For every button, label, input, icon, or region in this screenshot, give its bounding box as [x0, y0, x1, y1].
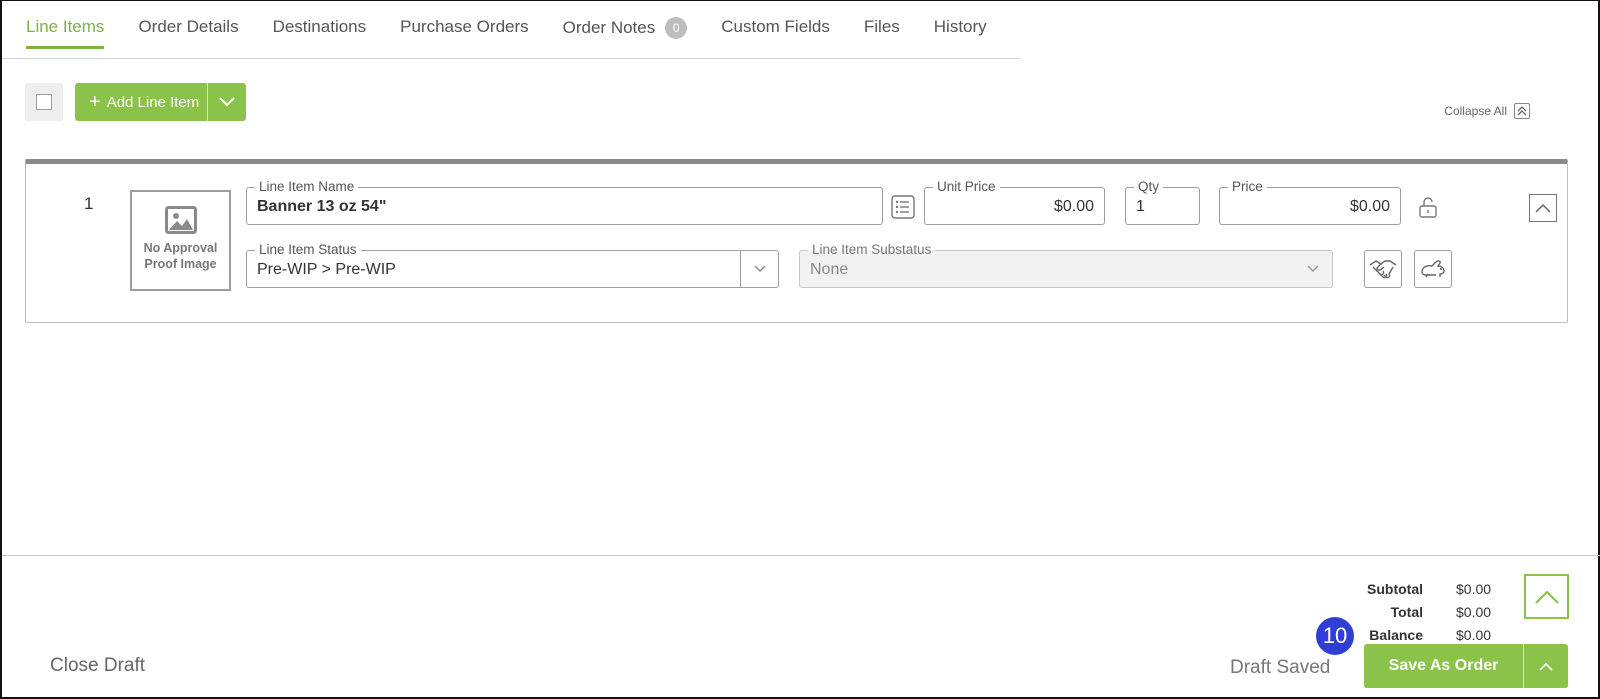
- price-lock-toggle[interactable]: [1416, 194, 1440, 220]
- chevron-down-icon: [1294, 251, 1332, 287]
- double-chevron-up-icon: [1514, 103, 1530, 119]
- select-all-checkbox-wrapper: [25, 83, 63, 121]
- select-all-checkbox[interactable]: [36, 94, 52, 110]
- draft-saved-status: Draft Saved: [1230, 657, 1331, 678]
- chevron-up-icon: [1539, 662, 1553, 671]
- tab-label: Order Notes: [562, 18, 656, 37]
- unit-price-field[interactable]: Unit Price $0.00: [924, 179, 1105, 225]
- image-icon: [164, 206, 197, 234]
- tab-bar: Line Items Order Details Destinations Pu…: [26, 17, 1021, 59]
- proof-image-placeholder[interactable]: No Approval Proof Image: [130, 190, 231, 291]
- line-item-name-field[interactable]: Line Item Name Banner 13 oz 54": [246, 179, 883, 225]
- line-item-substatus-select[interactable]: Line Item Substatus None: [799, 242, 1333, 288]
- price-label: Price: [1228, 179, 1267, 195]
- line-item-name-label: Line Item Name: [255, 179, 359, 195]
- chevron-down-icon: [219, 97, 235, 107]
- tab-label: Files: [863, 17, 900, 36]
- collapse-line-item-button[interactable]: [1529, 194, 1557, 222]
- tab-destinations[interactable]: Destinations: [273, 17, 367, 49]
- balance-value: $0.00: [1456, 626, 1492, 643]
- app-frame: Line Items Order Details Destinations Pu…: [0, 0, 1600, 699]
- footer-divider: [2, 555, 1600, 556]
- qty-field[interactable]: Qty 1: [1125, 179, 1200, 225]
- scroll-to-top-button[interactable]: [1524, 574, 1569, 619]
- chevron-up-icon: [1535, 203, 1551, 213]
- chevron-up-icon: [1534, 589, 1559, 604]
- list-details-icon: [891, 195, 915, 219]
- proof-image-text: No Approval Proof Image: [143, 241, 218, 271]
- qty-value: 1: [1136, 198, 1145, 215]
- tab-order-details[interactable]: Order Details: [138, 17, 238, 49]
- line-item-name-value: Banner 13 oz 54": [257, 198, 387, 215]
- add-line-item-dropdown-button[interactable]: [208, 83, 246, 121]
- subtotal-label: Subtotal: [1367, 580, 1423, 597]
- total-value: $0.00: [1456, 603, 1492, 620]
- tab-label: Line Items: [26, 17, 105, 36]
- tab-order-notes[interactable]: Order Notes 0: [563, 17, 688, 51]
- qty-label: Qty: [1134, 179, 1164, 195]
- unit-price-label: Unit Price: [933, 179, 1000, 195]
- tab-custom-fields[interactable]: Custom Fields: [721, 17, 830, 49]
- handshake-icon: [1369, 260, 1397, 279]
- tab-label: Custom Fields: [721, 17, 830, 36]
- save-as-order-split-button: Save As Order: [1364, 644, 1568, 688]
- line-item-substatus-label: Line Item Substatus: [808, 242, 936, 258]
- collapse-all-label: Collapse All: [1444, 104, 1507, 118]
- unlock-icon: [1419, 197, 1437, 218]
- line-item-status-select[interactable]: Line Item Status Pre-WIP > Pre-WIP: [246, 242, 779, 288]
- collapse-all-button[interactable]: Collapse All: [1444, 103, 1530, 119]
- line-item-status-value: Pre-WIP > Pre-WIP: [257, 261, 396, 278]
- step-number-badge: 10: [1316, 617, 1354, 655]
- line-item-details-button[interactable]: [890, 194, 916, 220]
- tab-label: History: [933, 17, 987, 36]
- price-field[interactable]: Price $0.00: [1219, 179, 1401, 225]
- subtotal-row: Subtotal $0.00: [1320, 577, 1491, 600]
- order-notes-count-badge: 0: [665, 17, 688, 39]
- handshake-button[interactable]: [1364, 250, 1402, 288]
- plus-icon: +: [89, 91, 101, 113]
- tab-files[interactable]: Files: [864, 17, 900, 49]
- unit-price-value: $0.00: [1053, 198, 1094, 215]
- tab-label: Order Details: [138, 17, 239, 36]
- line-item-substatus-value: None: [810, 261, 849, 278]
- tabs-divider: [2, 58, 1020, 59]
- tab-purchase-orders[interactable]: Purchase Orders: [400, 17, 529, 49]
- price-value: $0.00: [1349, 198, 1390, 215]
- chevron-down-icon: [740, 251, 778, 287]
- rabbit-icon: [1421, 260, 1445, 278]
- save-as-order-button[interactable]: Save As Order: [1364, 644, 1524, 688]
- line-item-card: 1 No Approval Proof Image Line Item Name…: [25, 159, 1568, 323]
- close-draft-button[interactable]: Close Draft: [50, 655, 145, 677]
- add-line-item-button[interactable]: + Add Line Item: [75, 83, 208, 121]
- add-line-item-split-button: + Add Line Item: [75, 83, 246, 121]
- subtotal-value: $0.00: [1456, 580, 1492, 597]
- tab-label: Destinations: [272, 17, 367, 36]
- tab-label: Purchase Orders: [400, 17, 529, 36]
- tab-line-items[interactable]: Line Items: [26, 17, 105, 49]
- add-line-item-label: Add Line Item: [106, 93, 200, 111]
- line-item-status-label: Line Item Status: [255, 242, 361, 258]
- tab-history[interactable]: History: [934, 17, 987, 49]
- rush-button[interactable]: [1414, 250, 1452, 288]
- line-item-number: 1: [84, 194, 94, 213]
- save-options-dropdown-button[interactable]: [1524, 644, 1568, 688]
